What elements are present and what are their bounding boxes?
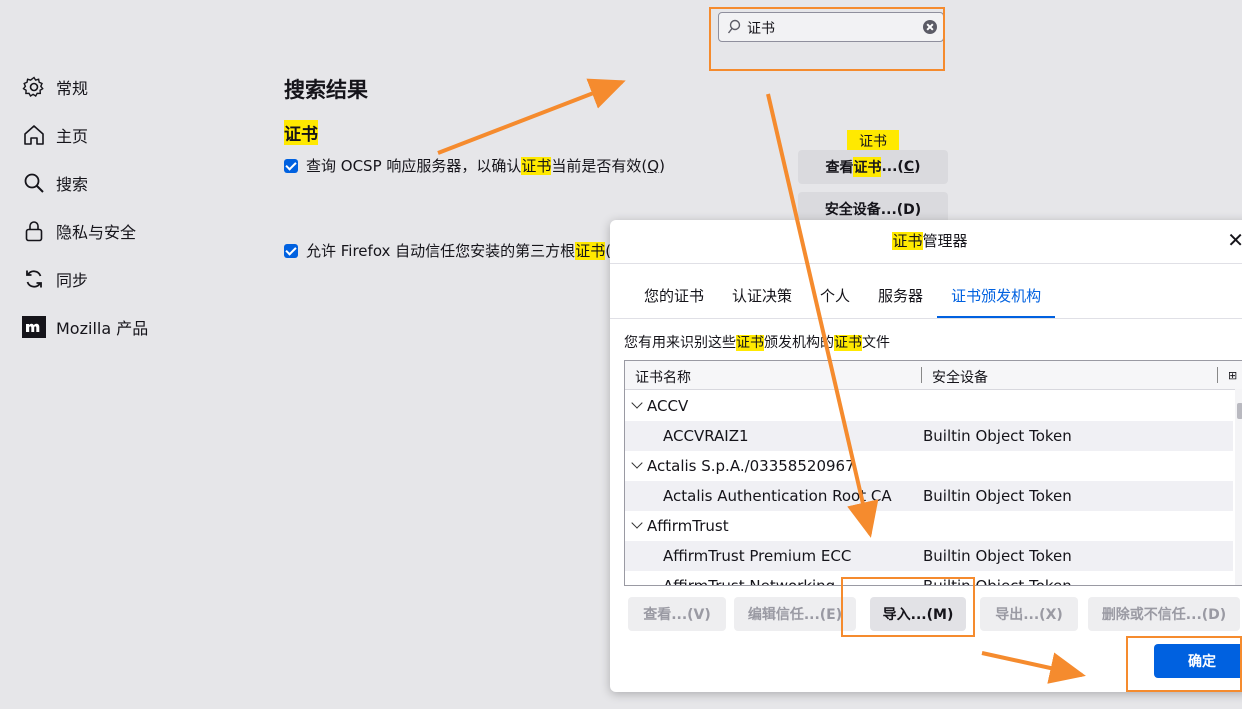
page-title: 搜索结果 [284, 78, 368, 102]
third-party-root-checkbox[interactable] [284, 243, 298, 258]
ocsp-label: 查询 OCSP 响应服务器，以确认证书当前是否有效(Q) [306, 157, 665, 175]
table-row[interactable]: AffirmTrust Premium ECC Builtin Object T… [625, 541, 1233, 571]
scrollbar[interactable] [1235, 389, 1242, 585]
tab-your-certificates[interactable]: 您的证书 [630, 286, 718, 316]
import-callout-box [841, 577, 975, 637]
divider [610, 318, 1242, 319]
section-heading: 证书 [284, 120, 318, 145]
arrow-to-search [437, 78, 626, 155]
search-callout-box [709, 7, 945, 71]
chevron-down-icon[interactable] [631, 517, 643, 529]
divider [610, 263, 1242, 264]
gear-icon [22, 76, 44, 97]
home-icon [24, 125, 44, 145]
mozilla-logo-icon [22, 316, 46, 338]
authorities-description: 您有用来识别这些证书颁发机构的证书文件 [624, 335, 890, 351]
sidebar-item-label: 搜索 [56, 175, 89, 194]
ocsp-checkbox-row[interactable]: 查询 OCSP 响应服务器，以确认证书当前是否有效(Q) [284, 155, 665, 176]
dialog-title: 证书管理器 [892, 232, 968, 250]
tab-authentication-decisions[interactable]: 认证决策 [718, 286, 806, 316]
column-header-cert-name[interactable]: 证书名称 [635, 367, 691, 387]
tab-bar: 您的证书 认证决策 个人 服务器 证书颁发机构 [630, 286, 1056, 318]
sidebar-item-label: Mozilla 产品 [56, 319, 149, 338]
table-row[interactable]: ACCV [625, 391, 1233, 421]
sidebar-item-label: 隐私与安全 [56, 223, 137, 242]
sidebar-item-sync[interactable]: 同步 [22, 264, 88, 294]
certificate-tree[interactable]: 证书名称 安全设备 ⊞ ACCV ACCVRAIZ1 Builtin Objec… [624, 360, 1242, 586]
search-match-tooltip: 证书 [847, 130, 899, 152]
delete-or-distrust-button[interactable]: 删除或不信任...(D) [1088, 597, 1240, 631]
edit-trust-button[interactable]: 编辑信任...(E) [734, 597, 856, 631]
table-row[interactable]: Actalis S.p.A./03358520967 [625, 451, 1233, 481]
tab-servers[interactable]: 服务器 [864, 286, 937, 316]
column-header-security-device[interactable]: 安全设备 [932, 367, 988, 387]
third-party-root-checkbox-row[interactable]: 允许 Firefox 自动信任您安装的第三方根证书( [284, 240, 611, 261]
view-button[interactable]: 查看...(V) [628, 597, 726, 631]
lock-icon [25, 221, 43, 242]
tab-authorities[interactable]: 证书颁发机构 [937, 286, 1056, 318]
column-picker-icon[interactable]: ⊞ [1228, 369, 1237, 382]
view-certificates-button[interactable]: 查看 证书 ...(C) [798, 150, 948, 184]
sidebar-item-mozilla[interactable]: Mozilla 产品 [22, 312, 148, 342]
third-party-root-label: 允许 Firefox 自动信任您安装的第三方根证书( [306, 242, 612, 260]
table-row[interactable]: Actalis Authentication Root CA Builtin O… [625, 481, 1233, 511]
ocsp-checkbox[interactable] [284, 158, 298, 173]
sidebar-item-privacy[interactable]: 隐私与安全 [22, 216, 136, 246]
sync-icon [26, 270, 42, 288]
table-header: 证书名称 安全设备 ⊞ [625, 361, 1242, 390]
chevron-down-icon[interactable] [631, 457, 643, 469]
chevron-down-icon[interactable] [631, 397, 643, 409]
sidebar-item-label: 同步 [56, 271, 89, 290]
search-icon [24, 173, 44, 193]
ok-callout-box [1126, 636, 1242, 692]
sidebar-item-general[interactable]: 常规 [22, 72, 88, 102]
sidebar-item-label: 常规 [56, 79, 89, 98]
tab-people[interactable]: 个人 [806, 286, 864, 316]
close-icon[interactable]: ✕ [1227, 228, 1242, 252]
table-row[interactable]: ACCVRAIZ1 Builtin Object Token [625, 421, 1233, 451]
sidebar-item-search[interactable]: 搜索 [22, 168, 88, 198]
sidebar-item-label: 主页 [56, 127, 89, 146]
table-row[interactable]: AffirmTrust [625, 511, 1233, 541]
sidebar-item-home[interactable]: 主页 [22, 120, 88, 150]
export-button[interactable]: 导出...(X) [980, 597, 1078, 631]
